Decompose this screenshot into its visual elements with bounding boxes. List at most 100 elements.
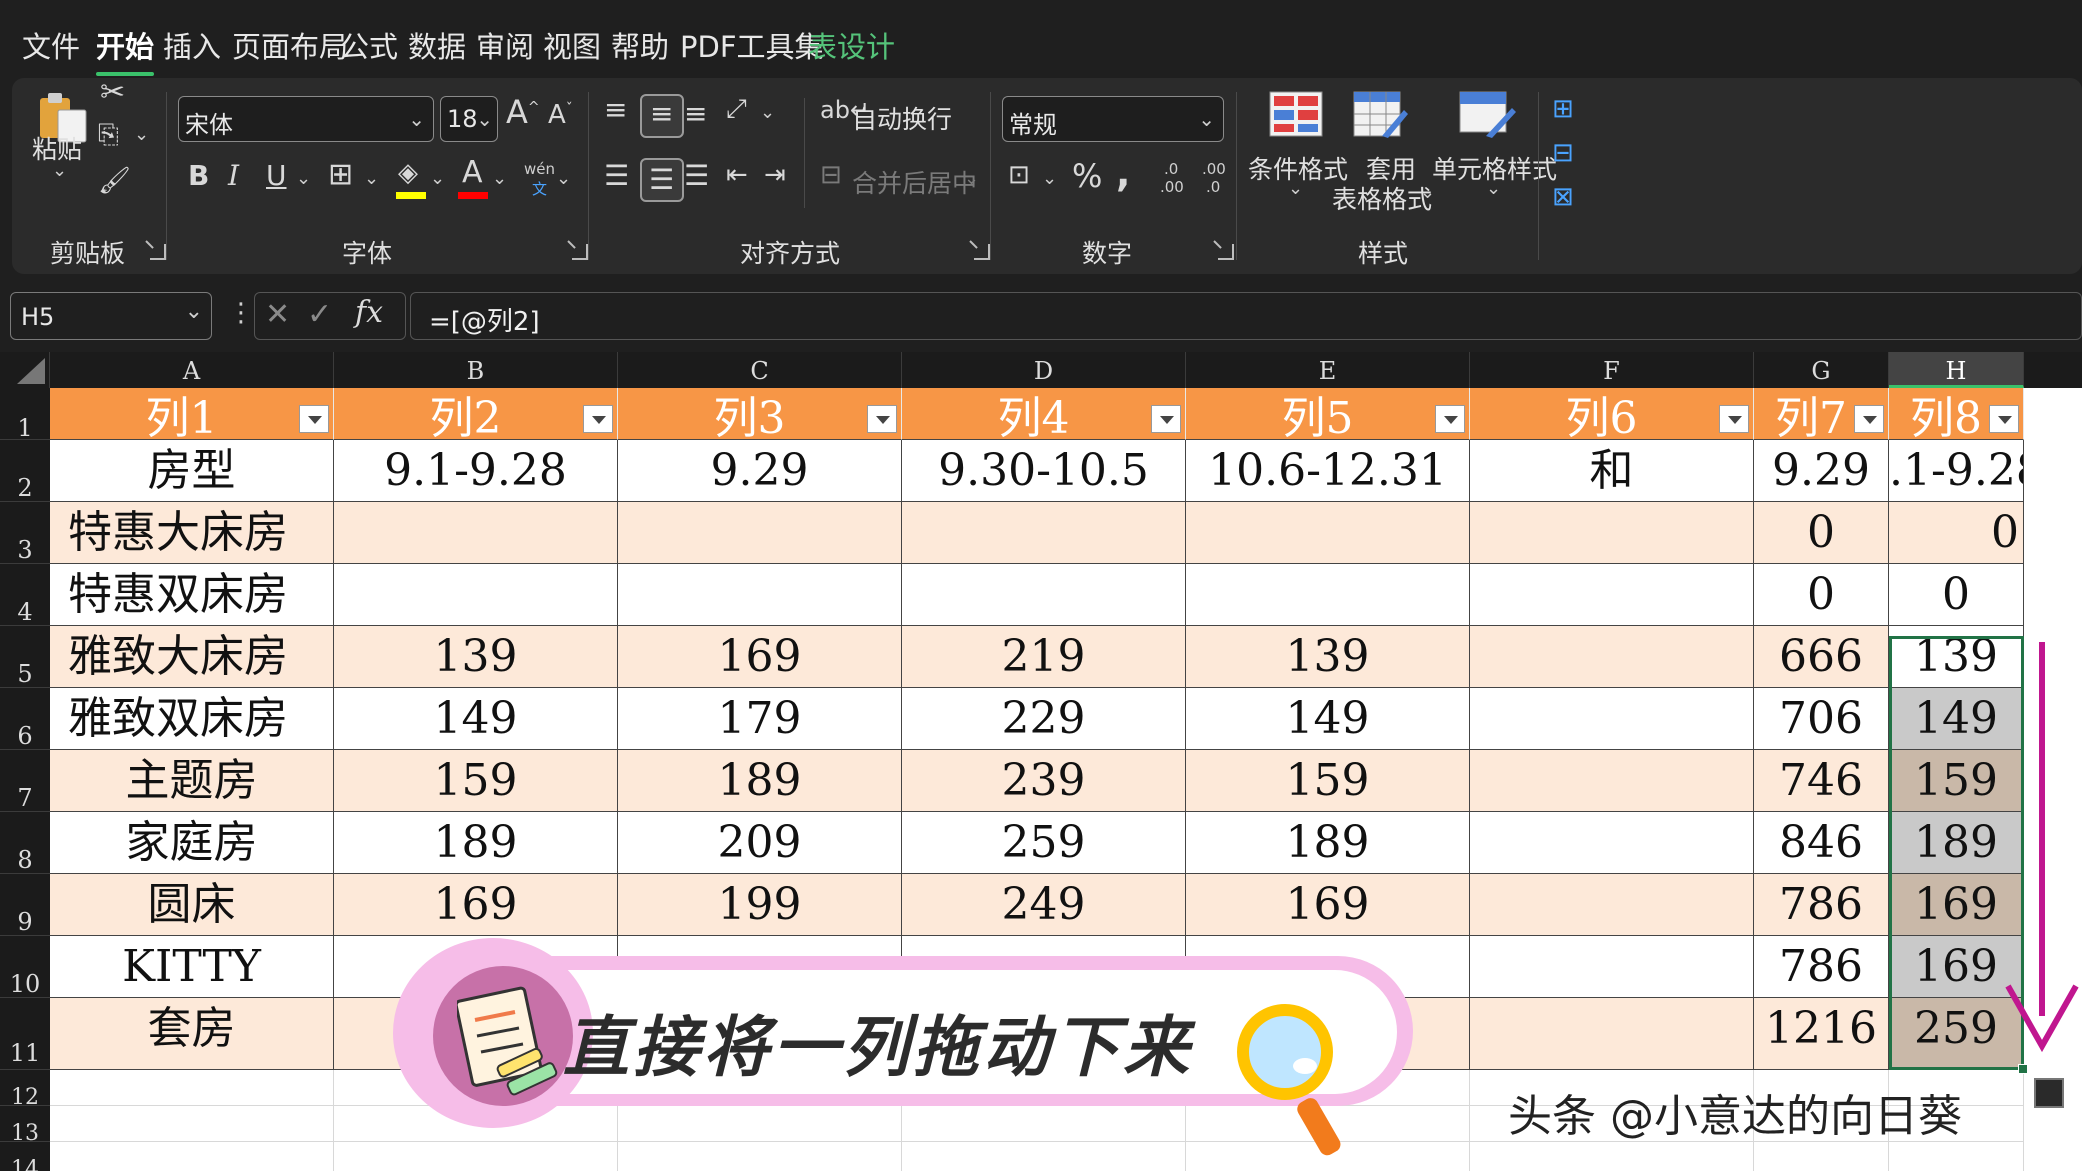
table-cell[interactable]: 786 [1754,874,1889,936]
table-cell[interactable] [1470,812,1754,874]
formula-input[interactable]: =[@列2] [410,292,2082,340]
format-cells-icon[interactable]: ⊠ [1552,184,1574,210]
table-cell[interactable]: 9.30-10.5 [902,440,1186,502]
tab-data[interactable]: 数据 [408,24,466,66]
table-cell[interactable] [1470,564,1754,626]
decrease-decimal-button[interactable]: .00 .0 [1196,160,1232,200]
name-box[interactable]: H5 ⌄ [10,292,212,340]
underline-button[interactable]: U [266,162,287,190]
row-header[interactable]: 2 [0,440,50,502]
tab-table-design[interactable]: 表设计 [808,24,895,66]
table-cell[interactable]: 159 [334,750,618,812]
tab-formulas[interactable]: 公式 [340,24,398,66]
fill-handle[interactable] [2018,1064,2028,1074]
table-cell[interactable]: 9.29 [1754,440,1889,502]
table-cell[interactable]: 846 [1754,812,1889,874]
table-cell[interactable]: 9.1-9.28 [334,440,618,502]
row-header[interactable]: 3 [0,502,50,564]
table-cell[interactable]: 0 [1754,502,1889,564]
delete-cells-icon[interactable]: ⊟ [1552,140,1574,166]
table-cell[interactable]: .1-9.28 [1889,440,2024,502]
table-cell[interactable]: 229 [902,688,1186,750]
filter-dropdown-button[interactable] [1854,405,1884,433]
table-cell[interactable] [618,564,902,626]
paste-button[interactable]: 粘贴 ⌄ [32,90,92,230]
orientation-icon[interactable]: ⤢ [726,96,747,122]
table-cell[interactable]: 159 [1186,750,1470,812]
column-header-h[interactable]: H [1889,352,2024,388]
row-header[interactable]: 11 [0,998,50,1070]
table-cell[interactable]: 189 [618,750,902,812]
table-cell[interactable]: KITTY [50,936,334,998]
table-cell[interactable]: 1216 [1754,998,1889,1070]
filter-dropdown-button[interactable] [1719,405,1749,433]
table-cell[interactable] [902,564,1186,626]
bold-button[interactable]: B [188,162,209,190]
font-name-combo[interactable]: 宋体 ⌄ [178,96,434,142]
chevron-down-icon[interactable]: ⌄ [760,102,775,123]
align-right-icon[interactable]: ☰ [684,162,709,190]
row-header[interactable]: 9 [0,874,50,936]
chevron-down-icon[interactable]: ⌄ [492,168,507,189]
empty-cell[interactable] [1754,1142,1889,1171]
table-cell[interactable]: 189 [1186,812,1470,874]
wrap-text-button[interactable]: 自动换行 [852,100,952,136]
empty-cell[interactable] [50,1142,334,1171]
dialog-launcher-icon[interactable] [1218,244,1234,260]
empty-cell[interactable] [902,1142,1186,1171]
select-all-corner[interactable] [0,352,50,388]
borders-icon[interactable]: ⊞ [328,160,353,190]
dialog-launcher-icon[interactable] [572,244,588,260]
table-cell[interactable]: 0 [1889,502,2024,564]
table-cell[interactable]: 房型 [50,440,334,502]
cut-icon[interactable]: ✂ [100,78,125,108]
column-header-g[interactable]: G [1754,352,1889,388]
table-cell[interactable]: 特惠双床房 [50,564,334,626]
table-cell[interactable]: 179 [618,688,902,750]
table-cell[interactable] [618,502,902,564]
row-header[interactable]: 1 [0,388,50,442]
table-header-cell[interactable]: 列8 [1889,388,2024,440]
table-cell[interactable]: 139 [334,626,618,688]
empty-cell[interactable] [1889,1142,2024,1171]
table-cell[interactable]: 0 [1754,564,1889,626]
insert-cells-icon[interactable]: ⊞ [1552,96,1574,122]
row-header[interactable]: 12 [0,1070,50,1110]
grow-font-icon[interactable]: A^ [506,96,540,128]
column-header-a[interactable]: A [50,352,334,388]
chevron-down-icon[interactable]: ⌄ [296,168,311,189]
cancel-icon[interactable]: ✕ [265,297,290,332]
table-cell[interactable]: 259 [902,812,1186,874]
row-header[interactable]: 4 [0,564,50,626]
filter-dropdown-button[interactable] [583,405,613,433]
table-header-cell[interactable]: 列7 [1754,388,1889,440]
table-cell[interactable] [1470,874,1754,936]
empty-cell[interactable] [50,1106,334,1142]
table-cell[interactable]: 主题房 [50,750,334,812]
decrease-indent-icon[interactable]: ⇤ [726,162,748,188]
tab-review[interactable]: 审阅 [476,24,534,66]
table-cell[interactable]: 169 [618,626,902,688]
table-cell[interactable]: 家庭房 [50,812,334,874]
table-cell[interactable]: 雅致双床房 [50,688,334,750]
filter-dropdown-button[interactable] [1151,405,1181,433]
align-bottom-icon[interactable]: ≡ [684,100,707,128]
comma-style-button[interactable]: , [1116,154,1130,192]
table-cell[interactable] [334,564,618,626]
chevron-down-icon[interactable]: ⌄ [364,168,379,189]
table-cell[interactable]: 10.6-12.31 [1186,440,1470,502]
copy-icon[interactable]: ⎘ [98,122,119,148]
column-header-e[interactable]: E [1186,352,1470,388]
table-cell[interactable] [1470,936,1754,998]
filter-dropdown-button[interactable] [1989,405,2019,433]
table-header-cell[interactable]: 列3 [618,388,902,440]
quick-analysis-icon[interactable] [2034,1078,2064,1108]
table-cell[interactable] [1470,688,1754,750]
tab-pdf-tools[interactable]: PDF工具集 [680,24,824,66]
table-cell[interactable] [902,502,1186,564]
column-header-f[interactable]: F [1470,352,1754,388]
italic-button[interactable]: I [228,162,239,190]
filter-dropdown-button[interactable] [299,405,329,433]
table-cell[interactable]: 219 [902,626,1186,688]
row-header[interactable]: 6 [0,688,50,750]
